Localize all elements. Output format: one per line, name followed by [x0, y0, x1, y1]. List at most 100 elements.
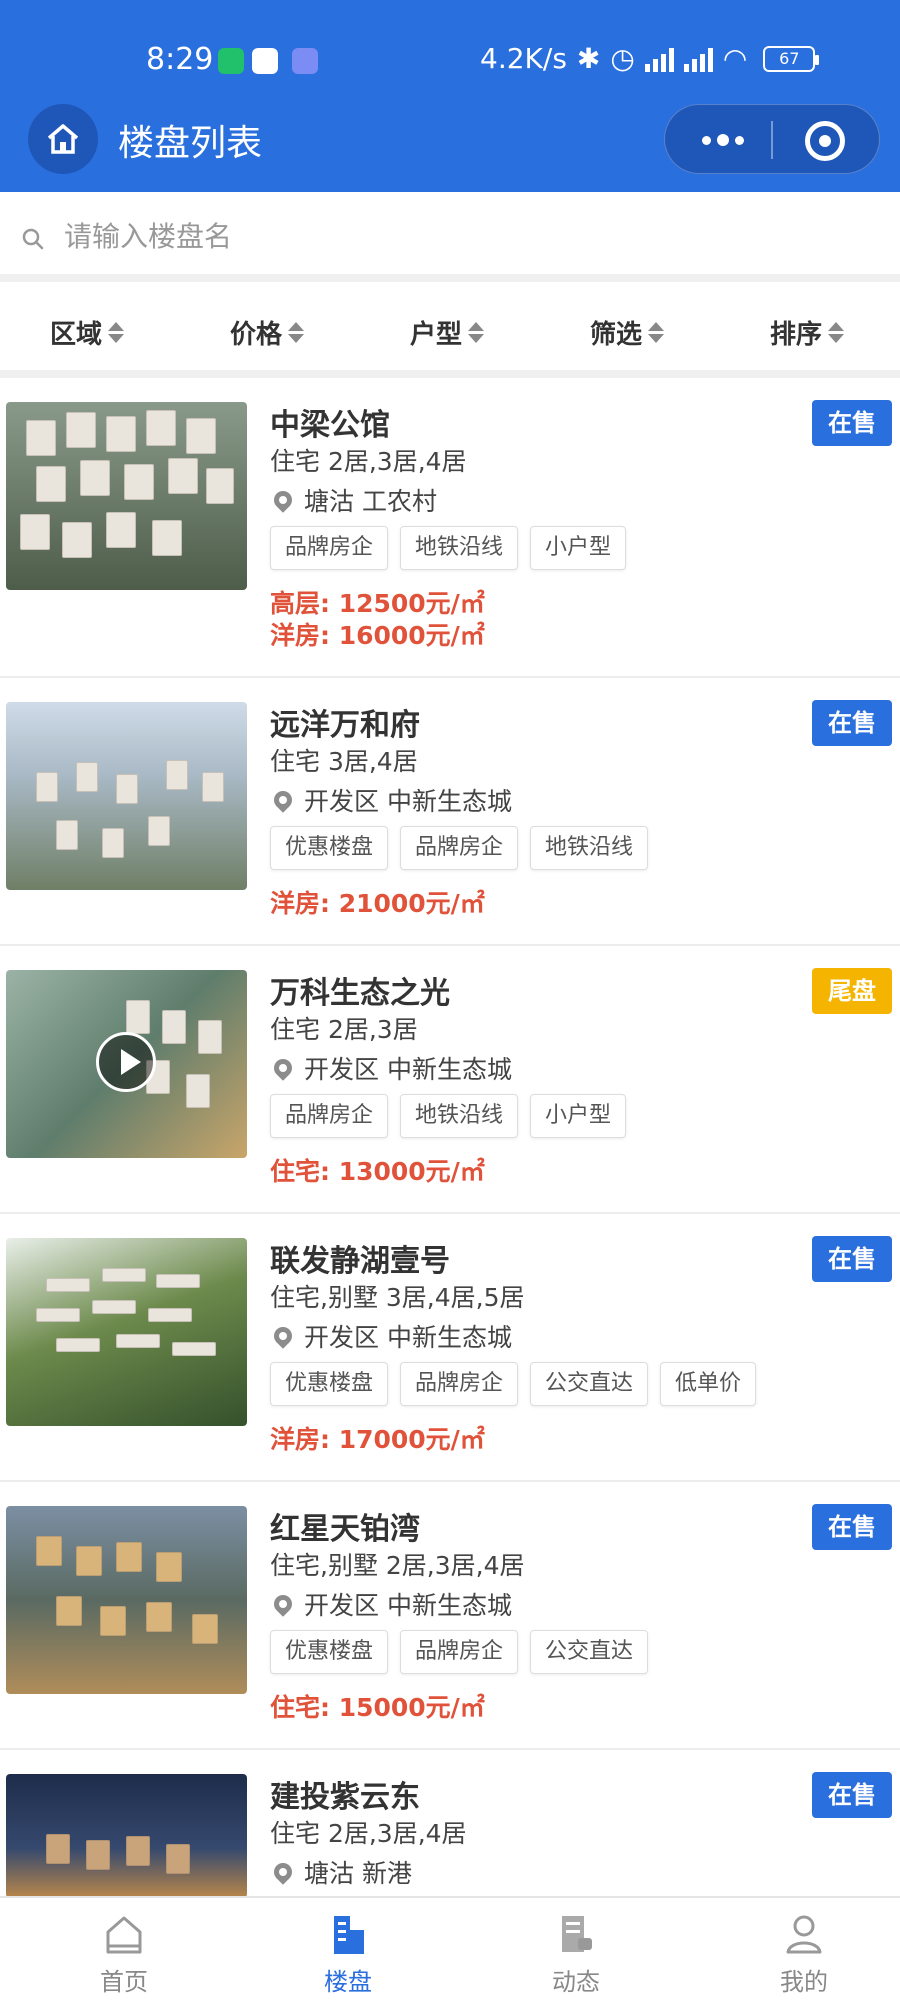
listing-item[interactable]: 中梁公馆 住宅 2居,3居,4居 塘沽 工农村 品牌房企 地铁沿线 小户型 高层…	[0, 378, 900, 678]
close-button[interactable]	[805, 121, 845, 161]
sort-icon	[828, 322, 845, 343]
listing-tag: 优惠楼盘	[270, 826, 389, 870]
listing-tag: 公交直达	[530, 1362, 649, 1406]
listing-location: 开发区 中新生态城	[270, 1586, 512, 1622]
status-right: 4.2K/s ✱ ◷ ◠ 67	[480, 42, 820, 75]
listing-tag: 品牌房企	[270, 1094, 389, 1138]
signal-icon	[644, 46, 674, 72]
status-badge: 在售	[812, 1772, 892, 1818]
sort-icon	[468, 322, 485, 343]
status-badge: 在售	[812, 1504, 892, 1550]
listing-price: 住宅: 15000元/㎡	[270, 1693, 485, 1722]
status-time: 8:29	[146, 42, 214, 77]
listing-types: 住宅 2居,3居,4居	[270, 1819, 467, 1848]
listing-tag: 品牌房企	[400, 826, 519, 870]
wifi-icon: ◠	[722, 42, 748, 75]
listing-tag: 地铁沿线	[530, 826, 649, 870]
home-icon	[106, 1916, 142, 1954]
listing-tag: 地铁沿线	[400, 1094, 519, 1138]
listing-image	[6, 702, 247, 890]
listing-tag: 低单价	[660, 1362, 757, 1406]
status-bar: 8:29 4.2K/s ✱ ◷ ◠ 67	[0, 30, 900, 90]
net-speed: 4.2K/s	[480, 42, 567, 75]
listing-tag: 品牌房企	[400, 1362, 519, 1406]
signal-icon	[683, 46, 713, 72]
play-video-button[interactable]	[96, 1032, 156, 1092]
status-badge: 在售	[812, 1236, 892, 1282]
filter-more[interactable]: 筛选	[590, 314, 665, 351]
status-badge: 在售	[812, 700, 892, 746]
listing-item[interactable]: 建投紫云东 住宅 2居,3居,4居 塘沽 新港 在售	[0, 1750, 900, 1898]
listing-price: 洋房: 21000元/㎡	[270, 889, 485, 918]
listing-location: 开发区 中新生态城	[270, 1318, 512, 1354]
listing-tags: 优惠楼盘 品牌房企 地铁沿线	[270, 826, 649, 870]
location-pin-icon	[270, 1591, 296, 1617]
location-pin-icon	[270, 487, 296, 513]
listing-item[interactable]: 万科生态之光 住宅 2居,3居 开发区 中新生态城 品牌房企 地铁沿线 小户型 …	[0, 946, 900, 1214]
bottom-tab-bar: 首页 楼盘 动态 我的	[0, 1896, 900, 2000]
bluetooth-icon: ✱	[576, 42, 601, 75]
filter-price[interactable]: 价格	[230, 314, 305, 351]
listing-location: 开发区 中新生态城	[270, 782, 512, 818]
listing-item[interactable]: 远洋万和府 住宅 3居,4居 开发区 中新生态城 优惠楼盘 品牌房企 地铁沿线 …	[0, 678, 900, 946]
listing-name: 中梁公馆	[270, 408, 390, 443]
listing-name: 远洋万和府	[270, 708, 420, 743]
alarm-icon: ◷	[610, 42, 635, 75]
listing-prices: 洋房: 21000元/㎡	[270, 888, 485, 920]
listing-tag: 小户型	[530, 1094, 627, 1138]
user-icon	[786, 1915, 822, 1954]
listing-types: 住宅 2居,3居,4居	[270, 447, 467, 476]
news-icon	[562, 1916, 592, 1952]
listing-price: 高层: 12500元/㎡	[270, 589, 485, 618]
more-button[interactable]	[693, 123, 753, 157]
sort-icon	[648, 322, 665, 343]
tab-news[interactable]: 动态	[516, 1906, 636, 1996]
listing-item[interactable]: 联发静湖壹号 住宅,别墅 3居,4居,5居 开发区 中新生态城 优惠楼盘 品牌房…	[0, 1214, 900, 1482]
listing-image	[6, 1506, 247, 1694]
search-input[interactable]	[64, 208, 864, 264]
listing-tag: 品牌房企	[270, 526, 389, 570]
listing-types: 住宅,别墅 3居,4居,5居	[270, 1283, 525, 1312]
listing-image	[6, 970, 247, 1158]
listing-types: 住宅,别墅 2居,3居,4居	[270, 1551, 525, 1580]
location-pin-icon	[270, 1859, 296, 1885]
filter-layout[interactable]: 户型	[410, 314, 485, 351]
game-app-icon	[292, 48, 318, 74]
listing-image	[6, 1774, 247, 1898]
listing-types: 住宅 2居,3居	[270, 1015, 418, 1044]
home-button[interactable]	[28, 104, 98, 174]
tab-buildings[interactable]: 楼盘	[288, 1906, 408, 1996]
filter-sort[interactable]: 排序	[770, 314, 845, 351]
tab-label: 楼盘	[324, 1968, 372, 1996]
listing-prices: 洋房: 17000元/㎡	[270, 1424, 485, 1456]
listing-image	[6, 1238, 247, 1426]
battery-icon: 67	[763, 45, 820, 72]
listing-prices: 住宅: 15000元/㎡	[270, 1692, 485, 1724]
app-header: 8:29 4.2K/s ✱ ◷ ◠ 67 楼盘列表	[0, 0, 900, 192]
tab-home[interactable]: 首页	[64, 1906, 184, 1996]
listing-item[interactable]: 红星天铂湾 住宅,别墅 2居,3居,4居 开发区 中新生态城 优惠楼盘 品牌房企…	[0, 1482, 900, 1750]
location-pin-icon	[270, 1055, 296, 1081]
listing-price: 洋房: 17000元/㎡	[270, 1425, 485, 1454]
page-title: 楼盘列表	[118, 123, 263, 164]
sort-icon	[288, 322, 305, 343]
tab-label: 我的	[780, 1968, 828, 1996]
baidu-app-icon	[252, 48, 278, 74]
mini-program-capsule	[664, 104, 880, 174]
filter-area[interactable]: 区域	[50, 314, 125, 351]
listing-tags: 品牌房企 地铁沿线 小户型	[270, 526, 627, 570]
listing-tags: 品牌房企 地铁沿线 小户型	[270, 1094, 627, 1138]
search-bar	[0, 192, 900, 282]
listing-price: 洋房: 16000元/㎡	[270, 621, 485, 650]
listing-tag: 小户型	[530, 526, 627, 570]
tab-mine[interactable]: 我的	[744, 1906, 864, 1996]
listing-tag: 品牌房企	[400, 1630, 519, 1674]
status-badge: 尾盘	[812, 968, 892, 1014]
listing-tag: 优惠楼盘	[270, 1630, 389, 1674]
listing-tags: 优惠楼盘 品牌房企 公交直达 低单价	[270, 1362, 757, 1406]
search-icon	[22, 228, 44, 250]
filter-bar: 区域 价格 户型 筛选 排序	[0, 290, 900, 378]
status-badge: 在售	[812, 400, 892, 446]
building-icon	[334, 1916, 364, 1954]
listing-tag: 地铁沿线	[400, 526, 519, 570]
